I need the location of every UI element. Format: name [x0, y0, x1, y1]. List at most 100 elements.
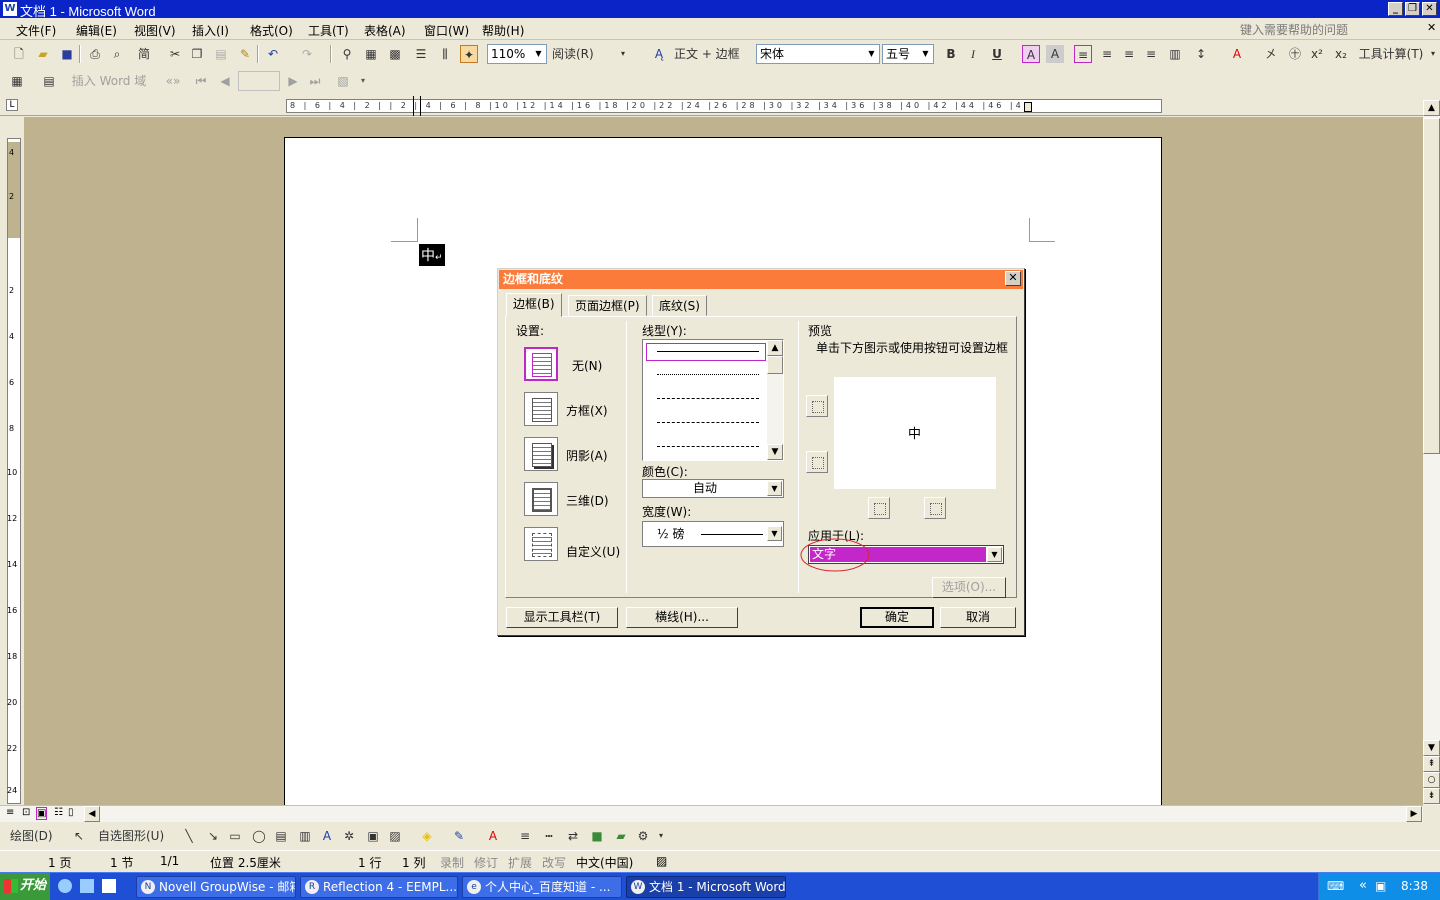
normal-view-icon[interactable]: ≡: [6, 807, 14, 818]
toolbar-options-icon[interactable]: ▾: [618, 45, 628, 63]
options-button[interactable]: 选项(O)...: [932, 577, 1006, 598]
menu-insert[interactable]: 插入(I): [192, 22, 229, 39]
setting-3d-label[interactable]: 三维(D): [566, 492, 609, 509]
outline-view-icon[interactable]: ☷: [54, 807, 63, 818]
char-shading-button[interactable]: A: [1046, 45, 1064, 63]
align-center-icon[interactable]: ≡: [1098, 45, 1116, 63]
task-reflection[interactable]: R Reflection 4 - EEMPL....: [300, 876, 458, 898]
top-border-button[interactable]: [806, 395, 828, 417]
reading-view-icon[interactable]: ▯: [68, 807, 74, 818]
draw-menu[interactable]: 绘图(D): [10, 827, 66, 845]
drawing-toggle-icon[interactable]: ⫼: [436, 45, 454, 63]
indent-marker[interactable]: [413, 96, 421, 116]
text-box-icon[interactable]: ▤: [272, 827, 290, 845]
scroll-up-icon[interactable]: ▲: [767, 340, 783, 356]
font-color-icon[interactable]: A: [484, 827, 502, 845]
linestyle-selected[interactable]: [646, 343, 766, 361]
font-combo[interactable]: 宋体 ▼: [756, 44, 880, 64]
main-document-icon[interactable]: ▦: [8, 72, 26, 90]
recipients-icon[interactable]: ▤: [40, 72, 58, 90]
word-app-icon[interactable]: W: [3, 2, 17, 16]
align-right-icon[interactable]: ≡: [1120, 45, 1138, 63]
insert-word-field-button[interactable]: 插入 Word 域: [66, 72, 152, 90]
ie-icon[interactable]: [102, 879, 116, 893]
open-folder-icon[interactable]: ▰: [34, 45, 52, 63]
read-mode-button[interactable]: 阅读(R): [552, 45, 612, 63]
insert-excel-icon[interactable]: ▩: [386, 45, 404, 63]
show-desktop-icon[interactable]: [80, 879, 94, 893]
line-spacing-icon[interactable]: ↕: [1192, 45, 1210, 63]
linestyle-scrollbar[interactable]: ▲ ▼: [767, 340, 783, 460]
print-preview-icon[interactable]: ⌕: [108, 45, 126, 63]
menu-edit[interactable]: 编辑(E): [76, 22, 117, 39]
chevron-down-icon[interactable]: ▼: [919, 46, 932, 62]
merge-to-document-icon[interactable]: ▧: [334, 72, 352, 90]
columns-icon[interactable]: ☰: [412, 45, 430, 63]
setting-shadow-label[interactable]: 阴影(A): [566, 447, 608, 464]
line-icon[interactable]: ╲: [180, 827, 198, 845]
line-color-icon[interactable]: ✎: [450, 827, 468, 845]
scroll-right-icon[interactable]: ▶: [1406, 806, 1422, 822]
wordart-icon[interactable]: A: [318, 827, 336, 845]
redo-icon[interactable]: ↷: [298, 45, 316, 63]
undo-icon[interactable]: ↶: [264, 45, 282, 63]
menu-tools[interactable]: 工具(T): [308, 22, 349, 39]
line-dash-dot[interactable]: [657, 446, 759, 447]
3d-icon[interactable]: ▰: [612, 827, 630, 845]
status-overtype[interactable]: 改写: [542, 854, 566, 871]
phonetic-guide-icon[interactable]: 㐅: [1262, 45, 1280, 63]
bottom-border-button[interactable]: [806, 451, 828, 473]
italic-button[interactable]: I: [964, 45, 982, 63]
distributed-align-icon[interactable]: ▥: [1166, 45, 1184, 63]
quicklaunch-icon[interactable]: [58, 879, 72, 893]
record-number-input[interactable]: [238, 71, 280, 91]
width-select[interactable]: ½ 磅 ▼: [642, 521, 784, 547]
toolbar-options-icon[interactable]: ▾: [656, 827, 666, 845]
menu-file[interactable]: 文件(F): [16, 22, 56, 39]
clipart-icon[interactable]: ▣: [364, 827, 382, 845]
scroll-thumb[interactable]: [1423, 118, 1440, 454]
font-color-icon[interactable]: A: [1228, 45, 1246, 63]
setting-custom-icon[interactable]: [524, 527, 558, 561]
fill-color-icon[interactable]: ◈: [418, 827, 436, 845]
show-toolbar-button[interactable]: 显示工具栏(T): [506, 607, 618, 628]
tab-borders[interactable]: 边框(B): [506, 293, 562, 317]
ok-button[interactable]: 确定: [860, 607, 934, 628]
color-select[interactable]: 自动 ▼: [642, 479, 784, 498]
line-dotted[interactable]: [657, 374, 759, 375]
tab-page-border[interactable]: 页面边框(P): [568, 295, 647, 316]
right-border-button[interactable]: [924, 497, 946, 519]
new-document-icon[interactable]: 🗋: [10, 45, 28, 63]
font-size-combo[interactable]: 五号 ▼: [882, 44, 934, 64]
setting-3d-icon[interactable]: [524, 482, 558, 516]
tools-calculate-button[interactable]: 工具计算(T): [1356, 45, 1426, 63]
doc-close-icon[interactable]: ✕: [1427, 21, 1436, 34]
first-record-icon[interactable]: ⏮: [192, 72, 210, 90]
horizontal-line-button[interactable]: 横线(H)...: [626, 607, 738, 628]
scroll-left-icon[interactable]: ◀: [84, 806, 100, 822]
keyboard-icon[interactable]: ⌨: [1327, 879, 1344, 893]
chevron-down-icon[interactable]: ▼: [767, 526, 782, 541]
scroll-thumb[interactable]: [767, 356, 783, 374]
dialog-close-button[interactable]: ✕: [1005, 271, 1021, 286]
arrow-style-icon[interactable]: ⇄: [564, 827, 582, 845]
superscript-icon[interactable]: x²: [1308, 45, 1326, 63]
scroll-down-icon[interactable]: ▼: [1423, 740, 1440, 756]
left-border-button[interactable]: [868, 497, 890, 519]
document-map-icon[interactable]: ✦: [460, 45, 478, 63]
line-style-icon[interactable]: ≡: [516, 827, 534, 845]
task-baidu[interactable]: e 个人中心_百度知道 - ...: [462, 876, 622, 898]
line-dashed[interactable]: [657, 422, 759, 423]
prev-record-icon[interactable]: ◀: [216, 72, 234, 90]
selected-text[interactable]: 中↵: [419, 244, 445, 266]
chevron-down-icon[interactable]: ▼: [767, 481, 782, 496]
setting-box-icon[interactable]: [524, 392, 558, 426]
shadow-icon[interactable]: ■: [588, 827, 606, 845]
next-record-icon[interactable]: ▶: [284, 72, 302, 90]
menu-window[interactable]: 窗口(W): [424, 22, 469, 39]
chevron-down-icon[interactable]: ▼: [532, 46, 545, 62]
setting-shadow-icon[interactable]: [524, 437, 558, 471]
menu-help[interactable]: 帮助(H): [482, 22, 524, 39]
paste-icon[interactable]: ▤: [212, 45, 230, 63]
vertical-scrollbar[interactable]: ▲ ▼ ⇞ ○ ⇟: [1423, 100, 1440, 805]
